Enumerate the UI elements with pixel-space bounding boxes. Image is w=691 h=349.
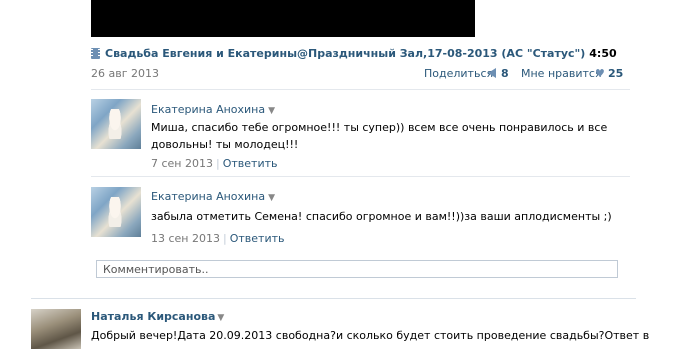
comment-text: Миша, спасибо тебе огромное!!! ты супер)…	[151, 121, 608, 151]
comment-date[interactable]: 7 сен 2013	[151, 157, 213, 170]
film-icon	[91, 47, 100, 59]
post-divider	[31, 298, 636, 299]
avatar[interactable]	[31, 309, 81, 349]
video-thumbnail[interactable]	[91, 0, 475, 37]
share-count[interactable]: 8	[501, 67, 509, 80]
chevron-down-icon[interactable]: ▼	[268, 106, 275, 116]
comment-author[interactable]: Екатерина Анохина ▼	[151, 103, 275, 116]
separator: |	[216, 157, 220, 170]
avatar[interactable]	[91, 187, 141, 237]
comment-item: Екатерина Анохина ▼ Миша, спасибо тебе ог…	[91, 89, 630, 176]
reply-button[interactable]: Ответить	[223, 157, 278, 170]
comment-author-name[interactable]: Екатерина Анохина	[151, 190, 265, 203]
share-button[interactable]: Поделиться	[424, 67, 493, 80]
chevron-down-icon[interactable]: ▼	[217, 313, 224, 323]
like-button[interactable]: Мне нравится	[521, 67, 602, 80]
heart-icon[interactable]: ♥	[595, 67, 605, 80]
video-duration: 4:50	[589, 46, 617, 60]
video-title-row[interactable]: Свадьба Евгения и Екатерины@Праздничный …	[91, 46, 617, 60]
post-date[interactable]: 26 авг 2013	[91, 67, 159, 80]
share-icon[interactable]	[488, 68, 496, 78]
post-author[interactable]: Наталья Кирсанова ▼	[91, 310, 224, 323]
like-count[interactable]: 25	[608, 67, 623, 80]
comment-input[interactable]	[96, 260, 618, 278]
comment-item: Екатерина Анохина ▼ забыла отметить Семен…	[91, 176, 630, 245]
chevron-down-icon[interactable]: ▼	[268, 193, 275, 203]
post-author-name[interactable]: Наталья Кирсанова	[91, 310, 215, 323]
comment-author[interactable]: Екатерина Анохина ▼	[151, 190, 275, 203]
reply-button[interactable]: Ответить	[230, 232, 285, 245]
comment-text: забыла отметить Семена! спасибо огромное…	[151, 210, 612, 223]
video-title-link[interactable]: Свадьба Евгения и Екатерины@Праздничный …	[105, 47, 585, 60]
comment-meta: 13 сен 2013 | Ответить	[151, 232, 284, 245]
separator: |	[223, 232, 227, 245]
comment-meta: 7 сен 2013 | Ответить	[151, 157, 277, 170]
comment-author-name[interactable]: Екатерина Анохина	[151, 103, 265, 116]
post-meta: 26 авг 2013 Поделиться 8 Мне нравится ♥ …	[91, 67, 623, 81]
post-text: Добрый вечер!Дата 20.09.2013 свободна?и …	[91, 329, 651, 342]
avatar[interactable]	[91, 99, 141, 149]
comment-date[interactable]: 13 сен 2013	[151, 232, 220, 245]
